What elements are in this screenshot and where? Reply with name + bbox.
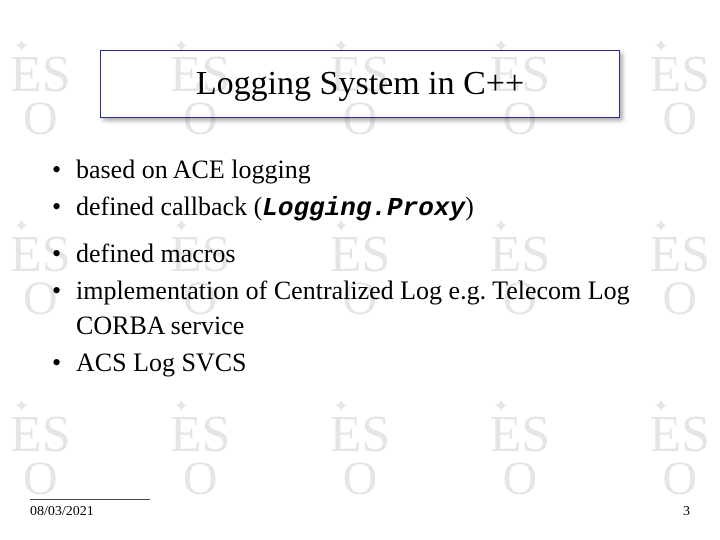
bullet-item: implementation of Centralized Log e.g. T…	[48, 273, 680, 343]
footer-divider	[30, 499, 150, 500]
slide-content: Logging System in C++ based on ACE loggi…	[0, 0, 720, 540]
bullet-text: )	[465, 192, 474, 221]
title-box: Logging System in C++	[100, 50, 620, 118]
bullet-text: defined callback (	[76, 192, 262, 221]
slide-footer: 08/03/2021 3	[0, 499, 720, 520]
footer-date: 08/03/2021	[30, 504, 94, 520]
bullet-item: defined macros	[48, 236, 680, 271]
bullet-text: defined macros	[76, 239, 236, 268]
bullet-list: based on ACE logging defined callback (L…	[48, 152, 680, 381]
slide: ✦ESO ✦ESO ✦ESO ✦ESO ✦ESO ✦ESO ✦ESO ✦ESO …	[0, 0, 720, 540]
bullet-item: defined callback (Logging.Proxy)	[48, 189, 680, 226]
footer-page-number: 3	[683, 504, 690, 520]
bullet-item: based on ACE logging	[48, 152, 680, 187]
bullet-item: ACS Log SVCS	[48, 345, 680, 380]
bullet-code: Logging.Proxy	[262, 193, 465, 223]
slide-title: Logging System in C++	[141, 65, 579, 103]
bullet-text: implementation of Centralized Log e.g. T…	[76, 276, 630, 340]
bullet-text: based on ACE logging	[76, 155, 311, 184]
bullet-text: ACS Log SVCS	[76, 348, 247, 377]
